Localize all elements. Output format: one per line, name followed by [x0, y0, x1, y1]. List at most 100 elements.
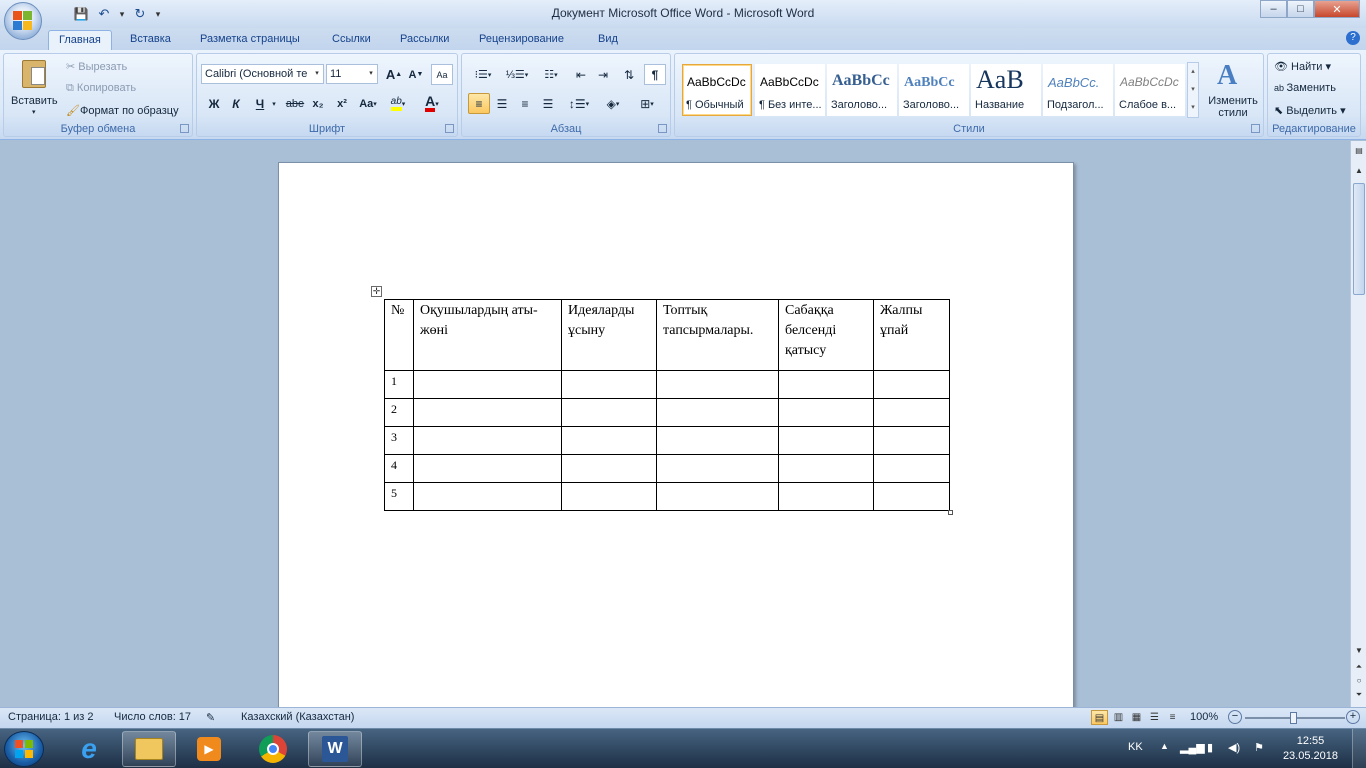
font-launcher-icon[interactable] — [445, 124, 454, 133]
ruler-toggle-icon[interactable]: ▤ — [1353, 145, 1365, 157]
table-cell[interactable] — [873, 454, 950, 483]
vertical-scrollbar[interactable]: ▤ ▲ ▼ ⏶ ○ ⏷ — [1350, 141, 1366, 707]
draft-icon[interactable]: ≡ — [1164, 710, 1181, 725]
format-painter-button[interactable]: 🖌Формат по образцу — [66, 104, 179, 117]
highlight-button[interactable]: ab ▾ — [387, 93, 409, 114]
style-subtitle[interactable]: AaBbCc. Подзагол... — [1043, 64, 1113, 116]
underline-dropdown-icon[interactable]: ▾ — [263, 93, 285, 114]
table-resize-handle[interactable] — [948, 510, 953, 515]
language-indicator[interactable]: Казахский (Казахстан) — [241, 711, 354, 723]
table-header-cell[interactable]: № — [384, 299, 414, 371]
find-button[interactable]: 👁 Найти ▾ — [1274, 60, 1331, 73]
tab-review[interactable]: Рецензирование — [469, 30, 574, 50]
maximize-button[interactable]: □ — [1287, 0, 1314, 18]
bold-button[interactable]: Ж — [203, 93, 225, 114]
style-normal[interactable]: AaBbCcDc ¶ Обычный — [682, 64, 752, 116]
line-spacing-button[interactable]: ↕☰ ▾ — [564, 93, 594, 114]
media-player-icon[interactable]: ▶ — [182, 731, 236, 767]
zoom-slider-thumb[interactable] — [1290, 712, 1297, 724]
zoom-in-icon[interactable]: + — [1346, 710, 1360, 724]
show-formatting-button[interactable]: ¶ — [644, 64, 666, 85]
font-color-button[interactable]: A ▾ — [421, 93, 443, 114]
table-cell[interactable] — [873, 426, 950, 455]
office-button[interactable] — [4, 2, 42, 40]
zoom-level[interactable]: 100% — [1190, 711, 1218, 723]
minimize-button[interactable]: ‒ — [1260, 0, 1287, 18]
align-center-icon[interactable]: ☰ — [491, 93, 513, 114]
table-cell[interactable] — [561, 426, 657, 455]
table-cell[interactable] — [413, 426, 562, 455]
table-cell[interactable] — [873, 482, 950, 511]
table-cell[interactable] — [561, 370, 657, 399]
copy-button[interactable]: ⧉ Копировать — [66, 82, 136, 95]
style-heading-2[interactable]: AaBbCc Заголово... — [899, 64, 969, 116]
style-no-spacing[interactable]: AaBbCcDc ¶ Без инте... — [755, 64, 825, 116]
flag-icon[interactable]: ⚑ — [1254, 741, 1264, 754]
italic-button[interactable]: К — [225, 93, 247, 114]
table-cell[interactable] — [656, 426, 779, 455]
table-cell[interactable]: 2 — [384, 398, 414, 427]
browse-object-icon[interactable]: ○ — [1353, 675, 1365, 687]
table-header-cell[interactable]: Жалпы ұпай — [873, 299, 950, 371]
multilevel-list-button[interactable]: ☷ ▾ — [536, 64, 566, 85]
tray-expand-icon[interactable]: ▲ — [1160, 741, 1169, 751]
table-header-cell[interactable]: Идеяларды ұсыну — [561, 299, 657, 371]
tab-insert[interactable]: Вставка — [120, 30, 181, 50]
font-name-combo[interactable]: Calibri (Основной те ▾ — [201, 64, 324, 84]
table-header-cell[interactable]: Оқушылардың аты-жөні — [413, 299, 562, 371]
word-count[interactable]: Число слов: 17 — [114, 711, 191, 723]
align-left-icon[interactable]: ≡ — [468, 93, 490, 114]
proofing-icon[interactable]: ✎ — [206, 711, 215, 724]
help-icon[interactable]: ? — [1346, 31, 1360, 45]
font-size-combo[interactable]: 11 ▾ — [326, 64, 378, 84]
table-cell[interactable] — [413, 454, 562, 483]
outline-icon[interactable]: ☰ — [1146, 710, 1163, 725]
scrollbar-thumb[interactable] — [1353, 183, 1365, 295]
table-cell[interactable] — [561, 398, 657, 427]
justify-icon[interactable]: ☰ — [537, 93, 559, 114]
change-styles-button[interactable]: A Изменить стили — [1203, 56, 1263, 122]
show-desktop-button[interactable] — [1352, 729, 1366, 768]
scroll-up-icon[interactable]: ▲ — [1353, 165, 1365, 177]
tab-references[interactable]: Ссылки — [322, 30, 381, 50]
clipboard-launcher-icon[interactable] — [180, 124, 189, 133]
previous-page-icon[interactable]: ⏶ — [1353, 661, 1365, 673]
table-header-cell[interactable]: Сабаққа белсенді қатысу — [778, 299, 874, 371]
style-title[interactable]: AaB Название — [971, 64, 1041, 116]
cut-button[interactable]: ✂ Вырезать — [66, 60, 127, 73]
clock[interactable]: 12:55 23.05.2018 — [1283, 734, 1338, 764]
table-cell[interactable] — [413, 482, 562, 511]
battery-icon[interactable]: ▮ — [1207, 741, 1213, 754]
table-move-handle-icon[interactable]: ✛ — [371, 286, 382, 297]
tab-mailings[interactable]: Рассылки — [390, 30, 459, 50]
bullets-button[interactable]: ⁝☰ ▾ — [468, 64, 498, 85]
table-cell[interactable] — [656, 482, 779, 511]
start-button[interactable] — [4, 731, 44, 767]
table-cell[interactable]: 4 — [384, 454, 414, 483]
table-header-cell[interactable]: Топтық тапсырмалары. — [656, 299, 779, 371]
table-cell[interactable] — [873, 370, 950, 399]
language-bar[interactable]: KK — [1128, 741, 1143, 753]
table-cell[interactable] — [561, 454, 657, 483]
table-cell[interactable] — [413, 370, 562, 399]
subscript-button[interactable]: x₂ — [307, 93, 329, 114]
table-cell[interactable] — [656, 454, 779, 483]
print-layout-icon[interactable]: ▤ — [1091, 710, 1108, 725]
scroll-down-icon[interactable]: ▼ — [1353, 645, 1365, 657]
replace-button[interactable]: ab Заменить — [1274, 82, 1336, 94]
table-cell[interactable] — [656, 370, 779, 399]
table-cell[interactable]: 3 — [384, 426, 414, 455]
internet-explorer-icon[interactable]: e — [62, 731, 116, 767]
style-subtle-emphasis[interactable]: AaBbCcDc Слабое в... — [1115, 64, 1185, 116]
superscript-button[interactable]: x² — [331, 93, 353, 114]
zoom-out-icon[interactable]: − — [1228, 710, 1242, 724]
tab-page-layout[interactable]: Разметка страницы — [190, 30, 310, 50]
table-cell[interactable] — [778, 426, 874, 455]
paragraph-launcher-icon[interactable] — [658, 124, 667, 133]
styles-scroll[interactable]: ▴ ▾ ▾ — [1187, 62, 1199, 118]
table-cell[interactable] — [778, 398, 874, 427]
style-heading-1[interactable]: AaBbCc Заголово... — [827, 64, 897, 116]
page-count[interactable]: Страница: 1 из 2 — [8, 711, 94, 723]
numbering-button[interactable]: ⅓☰ ▾ — [502, 64, 532, 85]
paste-button[interactable]: Вставить ▾ — [8, 56, 64, 122]
